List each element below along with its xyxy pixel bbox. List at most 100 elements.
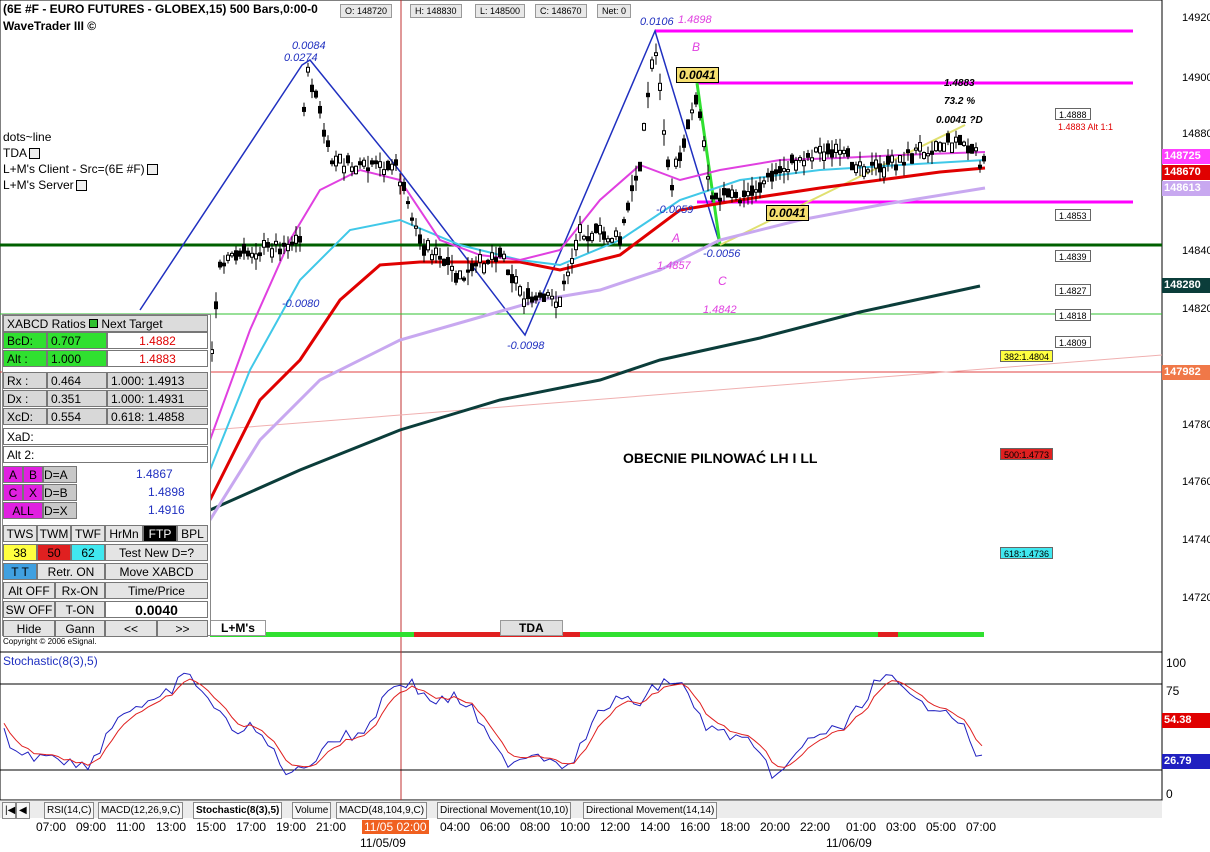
- price-bar-body: [658, 82, 662, 91]
- date-label-1: 11/05/09: [360, 836, 406, 850]
- price-bar-body: [722, 188, 726, 196]
- price-bar-body: [334, 155, 338, 167]
- study-dots[interactable]: dots~line: [3, 130, 51, 144]
- bcd-label: BcD:: [3, 332, 47, 349]
- price-bar-body: [502, 253, 506, 260]
- ratio-62-button[interactable]: 62: [71, 544, 105, 561]
- scroll-left-button[interactable]: ◀: [16, 802, 30, 819]
- price-bar-body: [778, 166, 782, 174]
- prev-button[interactable]: <<: [105, 620, 157, 637]
- price-bar-body: [370, 160, 374, 165]
- price-axis-label: 147400: [1182, 534, 1210, 546]
- ratio-50-button[interactable]: 50: [37, 544, 71, 561]
- annot-14898: 1.4898: [678, 14, 712, 26]
- strip-segment: [580, 632, 878, 637]
- all-button[interactable]: ALL: [3, 502, 43, 519]
- twf-button[interactable]: TWF: [71, 525, 105, 542]
- ohlc-high: H: 148830: [410, 4, 462, 18]
- tt-button[interactable]: T T: [3, 563, 37, 580]
- price-bar-body: [230, 252, 234, 257]
- rx-on-button[interactable]: Rx-ON: [55, 582, 105, 599]
- price-tag: 1.4839: [1055, 250, 1091, 262]
- ftp-button[interactable]: FTP: [143, 525, 177, 542]
- price-bar-body: [750, 185, 754, 196]
- t-on-button[interactable]: T-ON: [55, 601, 105, 618]
- annot-box-0041-b: 0.0041: [766, 205, 809, 221]
- study-client[interactable]: L+M's Client - Src=(6E #F): [3, 162, 158, 176]
- lm-label: L+M's: [210, 620, 266, 636]
- price-bar-body: [314, 90, 318, 98]
- bpl-button[interactable]: BPL: [177, 525, 208, 542]
- point-a-button[interactable]: A: [3, 466, 23, 483]
- price-bar-body: [462, 277, 466, 281]
- price-bar-body: [354, 165, 358, 175]
- price-bar-body: [830, 149, 834, 158]
- hide-button[interactable]: Hide: [3, 620, 55, 637]
- price-bar-body: [894, 164, 898, 171]
- tab-volume[interactable]: Volume: [292, 802, 332, 819]
- price-tag: 1.4853: [1055, 209, 1091, 221]
- price-bar-body: [374, 160, 378, 165]
- price-bar-body: [634, 175, 638, 181]
- price-bar-body: [662, 130, 666, 135]
- tab-macd-2[interactable]: MACD(48,104,9,C): [336, 802, 428, 819]
- price-bar-body: [758, 182, 762, 193]
- price-axis-label: 148800: [1182, 128, 1210, 140]
- retr-button[interactable]: Retr. ON: [37, 563, 105, 580]
- price-bar-body: [278, 248, 282, 255]
- hrmn-button[interactable]: HrMn: [105, 525, 143, 542]
- test-new-button[interactable]: Test New D=?: [105, 544, 208, 561]
- price-bar-body: [626, 202, 630, 211]
- price-bar-body: [358, 161, 362, 166]
- study-tda[interactable]: TDA: [3, 146, 40, 160]
- price-bar-body: [406, 201, 410, 205]
- study-server[interactable]: L+M's Server: [3, 178, 87, 192]
- tab-dm-1[interactable]: Directional Movement(10,10): [437, 802, 572, 819]
- alt-target: 1.4883: [107, 350, 208, 367]
- time-price-button[interactable]: Time/Price: [105, 582, 208, 599]
- price-axis-label: 147600: [1182, 476, 1210, 488]
- alt-off-button[interactable]: Alt OFF: [3, 582, 55, 599]
- ratio-38-button[interactable]: 38: [3, 544, 37, 561]
- next-button[interactable]: >>: [157, 620, 208, 637]
- tab-dm-2[interactable]: Directional Movement(14,14): [583, 802, 718, 819]
- d-eq-a-button[interactable]: D=A: [43, 466, 77, 483]
- gann-button[interactable]: Gann: [55, 620, 105, 637]
- tab-stochastic[interactable]: Stochastic(8(3),5): [193, 802, 283, 819]
- point-x-button[interactable]: X: [23, 484, 43, 501]
- d-eq-x-button[interactable]: D=X: [43, 502, 77, 519]
- ohlc-net: Net: 0: [597, 4, 632, 18]
- point-b-button[interactable]: B: [23, 466, 43, 483]
- scroll-first-button[interactable]: |◀: [2, 802, 16, 819]
- tab-rsi[interactable]: RSI(14,C): [44, 802, 95, 819]
- twm-button[interactable]: TWM: [37, 525, 71, 542]
- price-tag: 1.4818: [1055, 309, 1091, 321]
- price-bar-body: [330, 160, 334, 165]
- annot-m0059: -0.0059: [656, 204, 694, 216]
- price-bar-body: [226, 254, 230, 261]
- fib-382-tag: 382:1.4804: [1000, 350, 1054, 362]
- tws-button[interactable]: TWS: [3, 525, 37, 542]
- price-bar-body: [474, 262, 478, 267]
- price-bar-body: [946, 133, 950, 143]
- move-xabcd-button[interactable]: Move XABCD: [105, 563, 208, 580]
- price-bar-body: [574, 239, 578, 251]
- price-bar-body: [774, 169, 778, 175]
- tab-macd-1[interactable]: MACD(12,26,9,C): [98, 802, 184, 819]
- price-bar-body: [686, 119, 690, 130]
- price-axis-label: 149000: [1182, 72, 1210, 84]
- point-c-button[interactable]: C: [3, 484, 23, 501]
- time-label: 07:00: [36, 820, 67, 834]
- lock-icon: [29, 148, 40, 160]
- price-bar-body: [890, 155, 894, 163]
- dx-label: Dx :: [3, 390, 47, 407]
- time-label: 10:00: [560, 820, 591, 834]
- price-bar-body: [846, 148, 850, 157]
- d-eq-b-button[interactable]: D=B: [43, 484, 77, 501]
- price-bar-body: [918, 142, 922, 152]
- sw-off-button[interactable]: SW OFF: [3, 601, 55, 618]
- price-bar-body: [922, 152, 926, 159]
- strip-segment: [878, 632, 898, 637]
- chart-title: (6E #F - EURO FUTURES - GLOBEX,15) 500 B…: [3, 2, 318, 16]
- price-bar-body: [682, 138, 686, 148]
